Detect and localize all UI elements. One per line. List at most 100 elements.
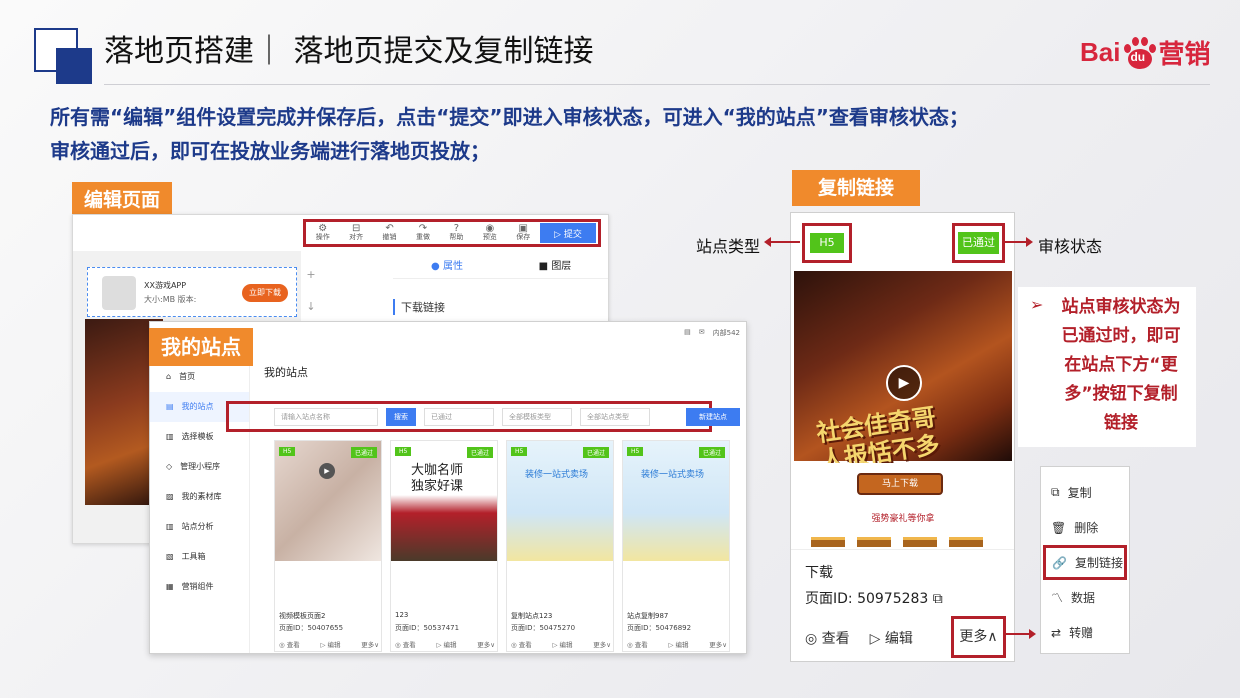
edit-button[interactable]: ▷ 编辑 (552, 639, 572, 649)
download-link-label: 下载链接 (393, 299, 445, 315)
card-actions: ◎ 查看 ▷ 编辑 更多∨ (511, 639, 611, 649)
card-thumb-text: 大咖名师 独家好课 (411, 463, 464, 494)
account-name[interactable]: 内部542 (713, 328, 740, 338)
site-name: 下载 (805, 565, 833, 581)
app-name: XX游戏APP (144, 281, 187, 290)
more-button[interactable]: 更多∨ (709, 639, 727, 649)
toolbar-align[interactable]: ⊟ 对齐 (339, 224, 372, 242)
more-button[interactable]: 更多∨ (361, 639, 379, 649)
app-download-component[interactable]: XX游戏APP 大小:MB 版本: 立即下载 (87, 267, 297, 317)
card-thumbnail: 装修一站式卖场 (623, 441, 729, 561)
site-type-select[interactable]: 全部站点类型 (580, 408, 650, 426)
logo-paw-text: du (1130, 49, 1146, 64)
edit-button[interactable]: ▷ 编辑 (870, 628, 913, 648)
tab-layer[interactable]: ■ 图层 (501, 257, 608, 272)
transfer-icon: ⇄ (1051, 625, 1062, 640)
submit-button[interactable]: ▷ 提交 (539, 223, 596, 243)
view-button[interactable]: ◎ 查看 (627, 639, 648, 649)
view-button[interactable]: ◎ 查看 (279, 639, 300, 649)
menu-item-data[interactable]: 〽数据 (1041, 580, 1129, 615)
arrow-right (1005, 237, 1033, 247)
gift-boxes (811, 537, 983, 547)
menu-item-transfer[interactable]: ⇄ 转赠 (1041, 615, 1129, 650)
toolbar-help[interactable]: ? 帮助 (440, 224, 473, 242)
app-icon (102, 276, 136, 310)
status-select[interactable]: 已通过 (424, 408, 494, 426)
header-decor-square (56, 48, 92, 84)
filter-row: 请输入站点名称 搜索 已通过 全部模板类型 全部站点类型 新建站点 (274, 408, 740, 426)
nav-toolbox[interactable]: ▧ 工具箱 (150, 542, 249, 572)
card-thumb-text: 装修一站式卖场 (525, 470, 589, 480)
status-badge: 已通过 (350, 447, 377, 458)
site-search-input[interactable]: 请输入站点名称 (274, 408, 378, 426)
toolbar-operate[interactable]: ⚙ 操作 (306, 224, 339, 242)
more-button[interactable]: 更多∧ (951, 616, 1006, 658)
h5-badge: H5 (395, 447, 412, 456)
mail-icon[interactable]: ✉ (699, 328, 705, 338)
edit-button[interactable]: ▷ 编辑 (320, 639, 340, 649)
menu-item-delete[interactable]: 🗑 删除 (1041, 510, 1129, 545)
view-button[interactable]: ◎ 查看 (511, 639, 532, 649)
menu-item-copy[interactable]: ⧉ 复制 (1041, 475, 1129, 510)
site-card[interactable]: 装修一站式卖场 H5 已通过 站点复制987 页面ID：50476892 ◎ 查… (622, 440, 730, 652)
align-icon: ⊟ (351, 223, 361, 234)
plus-icon[interactable]: + (303, 259, 319, 291)
view-button[interactable]: ◎ 查看 (395, 639, 416, 649)
app-meta: 大小:MB 版本: (144, 295, 197, 304)
edit-button[interactable]: ▷ 编辑 (436, 639, 456, 649)
card-thumbnail: ▶ (275, 441, 381, 561)
copy-icon: ⧉ (1051, 485, 1060, 499)
toolbar-redo[interactable]: ↷ 重做 (406, 224, 439, 242)
nav-analytics[interactable]: ▥ 站点分析 (150, 512, 249, 542)
tab-property[interactable]: ● 属性 (393, 257, 501, 272)
eye-icon: ◉ (485, 223, 495, 234)
card-page-id: 页面ID：50475270 (511, 624, 576, 632)
site-actions: ◎ 查看 ▷ 编辑 (805, 628, 913, 648)
nav-home[interactable]: ⌂ 首页 (150, 362, 249, 392)
menu-item-copy-link[interactable]: 🔗 复制链接 (1043, 545, 1127, 580)
card-thumbnail: 大咖名师 独家好课 (391, 441, 497, 561)
review-status-label: 审核状态 (1038, 237, 1103, 256)
toolbar-undo[interactable]: ↶ 撤销 (373, 224, 406, 242)
doc-icon[interactable]: ▤ (684, 328, 691, 338)
copy-icon[interactable]: ⧉ (933, 591, 943, 607)
template-type-select[interactable]: 全部模板类型 (502, 408, 572, 426)
my-sites-panel: ▤ ✉ 内部542 ⌂ 首页 ▤ 我的站点 ▥ 选择模板 ◇ 管理小程序 ▨ 我的素材库 … (149, 321, 747, 654)
bullet-arrow-icon: ➢ (1030, 295, 1044, 314)
site-card[interactable]: 装修一站式卖场 H5 已通过 复制站点123 页面ID：50475270 ◎ 查… (506, 440, 614, 652)
link-icon: 🔗 (1052, 555, 1067, 570)
save-icon: ▣ (518, 223, 528, 234)
nav-assets[interactable]: ▨ 我的素材库 (150, 482, 249, 512)
status-badge: 已通过 (698, 447, 725, 458)
tag-my-sites: 我的站点 (149, 328, 253, 366)
side-tools: + ↓ (303, 259, 319, 323)
card-name: 复制站点123 (511, 612, 553, 620)
description-line: 所有需“编辑”组件设置完成并保存后，点击“提交”即进入审核状态，可进入“我的站点… (50, 105, 969, 129)
card-thumbnail: 装修一站式卖场 (507, 441, 613, 561)
edit-button[interactable]: ▷ 编辑 (668, 639, 688, 649)
view-button[interactable]: ◎ 查看 (805, 628, 850, 648)
down-arrow-icon[interactable]: ↓ (303, 291, 319, 323)
status-badge: 已通过 (582, 447, 609, 458)
note-box: ➢ 站点审核状态为已通过时，即可在站点下方“更多”按钮下复制链接 (1018, 287, 1196, 447)
note-text: 站点审核状态为已通过时，即可在站点下方“更多”按钮下复制链接 (1061, 297, 1181, 433)
site-card[interactable]: 大咖名师 独家好课 H5 已通过 123 页面ID：50537471 ◎ 查看 ▷… (390, 440, 498, 652)
more-button[interactable]: 更多∨ (593, 639, 611, 649)
property-tabs: ● 属性 ■ 图层 (393, 251, 608, 279)
redo-icon: ↷ (418, 223, 428, 234)
h5-badge: H5 (627, 447, 644, 456)
download-now-button[interactable]: 马上下载 (857, 473, 943, 495)
site-card[interactable]: ▶ H5 已通过 视频模板页面2 页面ID：50407655 ◎ 查看 ▷ 编辑 更… (274, 440, 382, 652)
card-actions: ◎ 查看 ▷ 编辑 更多∨ (395, 639, 495, 649)
more-button[interactable]: 更多∨ (477, 639, 495, 649)
play-icon[interactable]: ▶ (886, 365, 922, 401)
search-button[interactable]: 搜索 (386, 408, 416, 426)
play-icon[interactable]: ▶ (319, 463, 335, 479)
toolbox-icon: ▧ (166, 552, 174, 561)
download-button[interactable]: 立即下载 (242, 284, 288, 302)
nav-marketing[interactable]: ▦ 营销组件 (150, 572, 249, 602)
toolbar-save[interactable]: ▣ 保存 (507, 224, 540, 242)
nav-mini-program[interactable]: ◇ 管理小程序 (150, 452, 249, 482)
toolbar-preview[interactable]: ◉ 预览 (473, 224, 506, 242)
new-site-button[interactable]: 新建站点 (686, 408, 740, 426)
